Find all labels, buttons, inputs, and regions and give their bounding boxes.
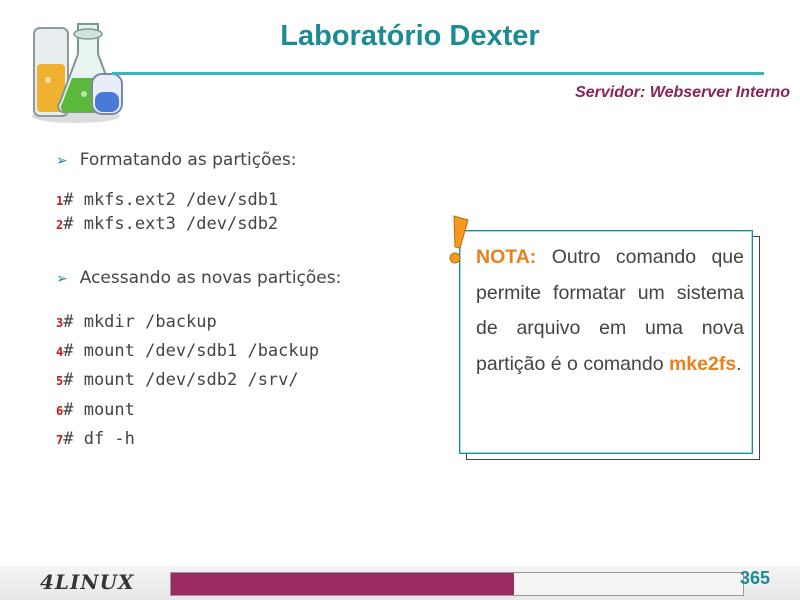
command-line: 3# mkdir /backup — [56, 312, 217, 332]
note-command: mke2fs — [668, 352, 737, 375]
progress-fill — [171, 573, 514, 595]
arrow-bullet-icon: ➢ — [56, 271, 68, 287]
exclamation-icon — [446, 214, 470, 266]
section-heading-access: ➢ Acessando as novas partições: — [56, 268, 342, 288]
command-line: 7# df -h — [56, 429, 135, 449]
command-line: 4# mount /dev/sdb1 /backup — [56, 341, 320, 361]
command-line: 6# mount — [56, 400, 135, 420]
server-subtitle: Servidor: Webserver Interno — [575, 84, 790, 101]
brand-logo: 4LINUX — [40, 570, 135, 594]
note-label: NOTA: — [476, 246, 537, 268]
title-divider — [112, 72, 764, 75]
page-title: Laboratório Dexter — [280, 20, 540, 52]
page-number: 365 — [739, 568, 770, 588]
command-line: 1# mkfs.ext2 /dev/sdb1 — [56, 190, 279, 210]
section-heading-format: ➢ Formatando as partições: — [56, 150, 297, 170]
arrow-bullet-icon: ➢ — [56, 153, 68, 169]
command-line: 5# mount /dev/sdb2 /srv/ — [56, 370, 299, 390]
note-text: NOTA: Outro comando que permite formatar… — [476, 246, 744, 375]
command-line: 2# mkfs.ext3 /dev/sdb2 — [56, 214, 279, 234]
